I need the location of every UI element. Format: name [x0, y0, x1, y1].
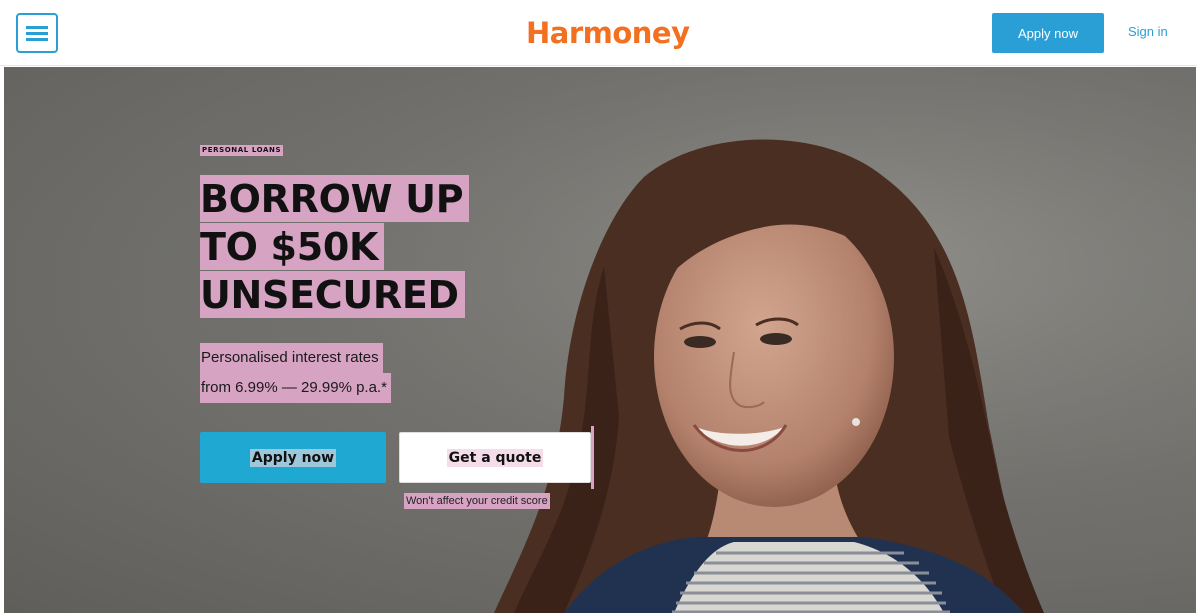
hero-apply-now-label: Apply now: [249, 448, 337, 467]
hero-photo-woman: [4, 67, 1196, 613]
get-a-quote-label: Get a quote: [446, 448, 544, 467]
eyebrow-label: PERSONAL LOANS: [200, 145, 284, 156]
interest-rate-text: Personalised interest rates from 6.99% —…: [200, 343, 391, 403]
highlight-marker: [591, 426, 594, 489]
get-a-quote-button[interactable]: Get a quote: [399, 432, 591, 483]
headline-line-3: UNSECURED: [200, 271, 465, 318]
credit-score-note: Won't affect your credit score: [404, 493, 550, 509]
hero-banner: PERSONAL LOANS BORROW UP TO $50K UNSECUR…: [4, 67, 1196, 613]
hamburger-menu-icon: [26, 26, 48, 41]
logo-text: Harmoney: [526, 16, 690, 50]
menu-button[interactable]: [16, 13, 58, 53]
hero-apply-now-button[interactable]: Apply now: [200, 432, 386, 483]
sign-in-link[interactable]: Sign in: [1128, 24, 1168, 39]
subtext-line-1: Personalised interest rates: [200, 343, 383, 373]
headline-line-2: TO $50K: [200, 223, 385, 270]
hero-headline: BORROW UP TO $50K UNSECURED: [200, 175, 470, 319]
harmoney-logo[interactable]: Harmoney: [526, 14, 690, 52]
subtext-line-2: from 6.99% — 29.99% p.a.*: [200, 373, 391, 403]
site-header: Harmoney Apply now Sign in: [0, 0, 1196, 66]
header-apply-now-button[interactable]: Apply now: [992, 13, 1104, 53]
headline-line-1: BORROW UP: [200, 175, 470, 222]
